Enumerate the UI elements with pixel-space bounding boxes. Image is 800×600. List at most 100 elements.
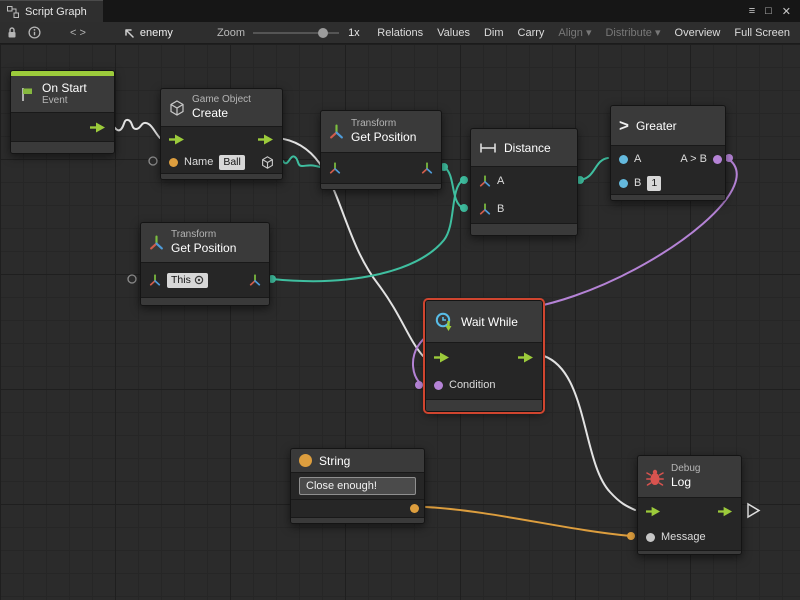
waitwhile-condition-input-dot[interactable] [415,381,423,389]
port-row [291,499,424,517]
script-graph-tab[interactable]: Script Graph [0,0,103,22]
port-row: Message [638,524,741,550]
node-header[interactable]: On Start Event [11,76,114,113]
position-output-port[interactable] [249,274,261,286]
breadcrumb-arrow-icon [123,27,135,39]
zoom-slider[interactable] [253,27,339,39]
node-distance[interactable]: Distance A B [470,128,578,236]
flow-out-arrow-icon[interactable] [90,122,106,133]
object-picker-icon[interactable] [194,275,204,285]
flow-in-arrow-icon[interactable] [646,506,661,517]
fullscreen-button[interactable]: Full Screen [727,27,797,39]
lock-icon[interactable] [6,26,18,39]
name-port-label: Name [184,156,213,168]
port-row [11,113,114,141]
greater-output-dot[interactable] [725,154,733,162]
getposition-this-unconnected-dot[interactable] [128,275,136,283]
node-title: String [319,454,350,468]
node-header[interactable]: String [291,449,424,473]
transform-axes-icon [329,124,344,139]
carry-button[interactable]: Carry [511,27,552,39]
debuglog-message-wire-dot[interactable] [627,532,635,540]
bool-output-port[interactable] [713,155,722,164]
node-header[interactable]: Distance [471,129,577,167]
wait-clock-icon [434,312,454,332]
transform-input-port[interactable] [149,274,161,286]
node-debug-log[interactable]: Debug Log Message [637,455,742,555]
condition-label: Condition [449,379,495,391]
node-greater[interactable]: > Greater A A > B B 1 [610,105,726,201]
node-footer [11,141,114,153]
node-string[interactable]: String Close enough! [290,448,425,524]
node-category: Transform [171,229,236,241]
dim-button[interactable]: Dim [477,27,511,39]
debuglog-flow-continue-arrow[interactable] [748,504,759,517]
distribute-dropdown[interactable]: Distribute ▾ [598,26,667,39]
window-menu-button[interactable]: ≡ [749,5,755,18]
distance-a-input-dot[interactable] [460,176,468,184]
window-maximize-button[interactable]: □ [765,5,772,18]
name-input-port[interactable] [169,158,178,167]
a-input-port[interactable] [619,155,628,164]
flow-in-arrow-icon[interactable] [434,352,450,363]
node-header[interactable]: Transform Get Position [141,223,269,263]
node-title: Distance [504,141,551,155]
code-view-button[interactable]: < > [63,27,93,39]
input-a-label: A [634,153,641,165]
transform-input-port[interactable] [329,162,341,174]
flow-out-arrow-icon[interactable] [258,134,274,145]
node-footer [638,550,741,554]
toolbar-buttons: Relations Values Dim Carry Align ▾ Distr… [370,26,800,39]
overview-button[interactable]: Overview [668,27,728,39]
node-footer [161,173,282,179]
zoom-slider-knob[interactable] [318,28,328,38]
align-dropdown[interactable]: Align ▾ [551,26,598,39]
input-a-label: A [497,175,504,187]
create-name-unconnected-dot[interactable] [149,157,157,165]
port-row [161,127,282,151]
wire-waitwhile-to-debuglog [544,356,635,510]
node-on-start-event[interactable]: On Start Event [10,70,115,154]
condition-input-port[interactable] [434,381,443,390]
node-footer [611,194,725,200]
port-row: B 1 [611,172,725,194]
graph-canvas[interactable]: On Start Event Game Object Create [0,44,800,600]
window-close-button[interactable]: ✕ [782,5,791,18]
flow-in-arrow-icon[interactable] [169,134,185,145]
string-value-field[interactable]: Close enough! [299,477,416,495]
vector-a-input-port[interactable] [479,175,491,187]
node-category: Transform [351,118,416,130]
vector-b-input-port[interactable] [479,203,491,215]
graph-name-label: enemy [140,27,173,39]
node-header[interactable]: Debug Log [638,456,741,498]
b-input-port[interactable] [619,179,628,188]
node-header[interactable]: Transform Get Position [321,111,441,153]
distance-b-input-dot[interactable] [460,204,468,212]
position-output-port[interactable] [421,162,433,174]
port-row [638,498,741,524]
graph-breadcrumb[interactable]: enemy [123,27,173,39]
values-button[interactable]: Values [430,27,477,39]
port-row [321,153,441,183]
this-value-field[interactable]: This [167,273,208,288]
b-value-field[interactable]: 1 [647,176,661,191]
gameobject-output-port[interactable] [261,156,274,169]
message-input-port[interactable] [646,533,655,542]
node-header[interactable]: > Greater [611,106,725,146]
node-header[interactable]: Game Object Create [161,89,282,127]
flag-icon [19,86,35,102]
node-get-position-bottom[interactable]: Transform Get Position This [140,222,270,306]
node-wait-while[interactable]: Wait While Condition [425,300,543,412]
string-output-port[interactable] [410,504,419,513]
relations-button[interactable]: Relations [370,27,430,39]
name-value-field[interactable]: Ball [219,155,245,170]
node-header[interactable]: Wait While [426,301,542,343]
bug-icon [646,468,664,486]
info-icon[interactable] [28,26,41,39]
node-create[interactable]: Game Object Create Name Ball [160,88,283,180]
node-title: Wait While [461,315,518,329]
flow-out-arrow-icon[interactable] [518,352,534,363]
flow-out-arrow-icon[interactable] [718,506,733,517]
node-get-position-top[interactable]: Transform Get Position [320,110,442,190]
node-title: Get Position [351,130,416,144]
